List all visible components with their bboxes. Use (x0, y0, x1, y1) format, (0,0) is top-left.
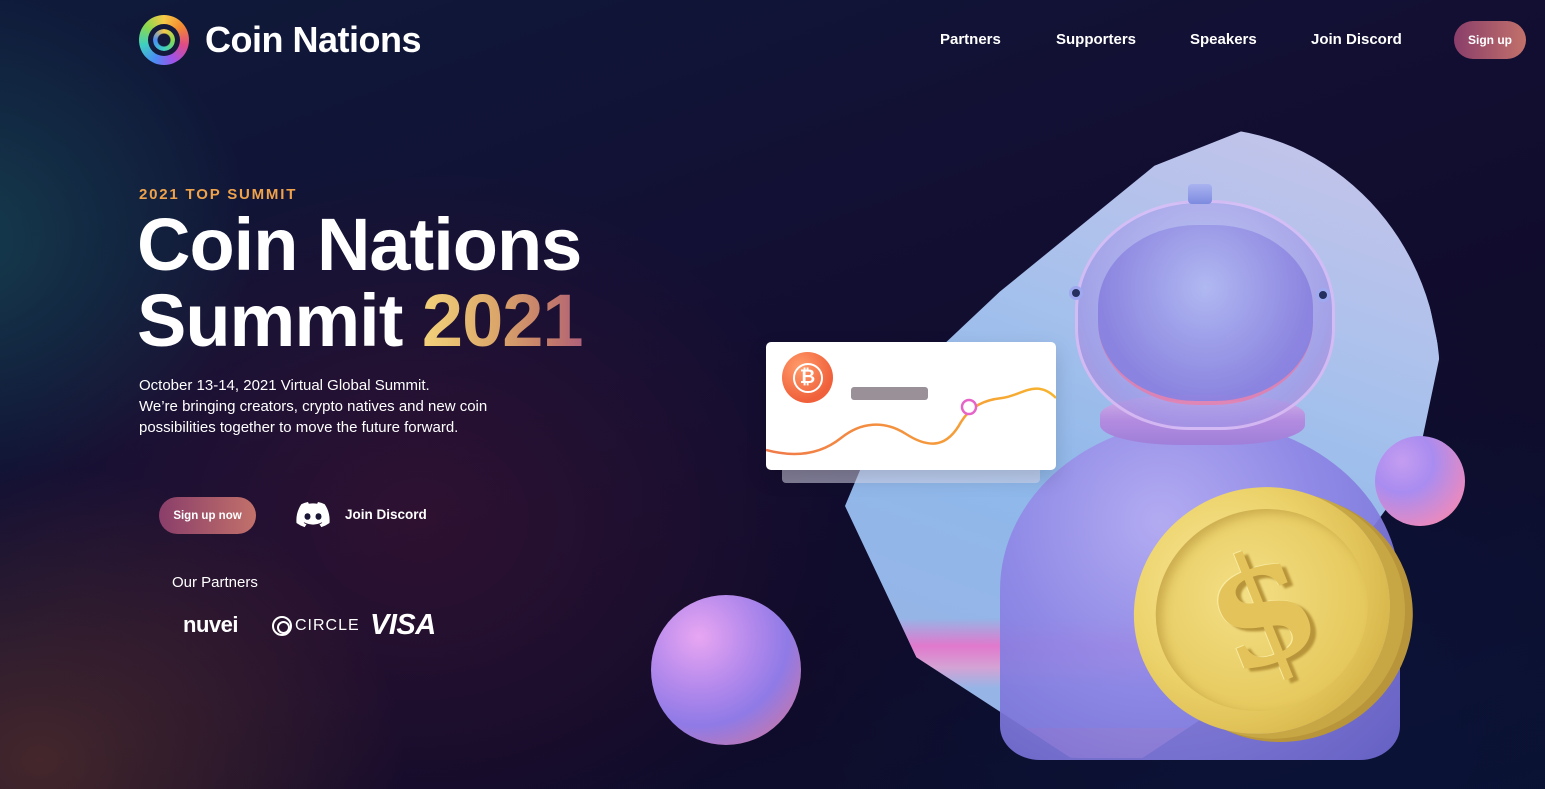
hero-title-year: 2021 (421, 279, 584, 362)
nav-link-partners[interactable]: Partners (940, 31, 1001, 48)
brand-logo[interactable]: Coin Nations (139, 15, 422, 65)
helmet-knob (1188, 184, 1212, 204)
hero-title: Coin Nations Summit 2021 (137, 203, 584, 359)
join-discord-label: Join Discord (345, 506, 427, 522)
coin-nations-logo-icon (139, 15, 189, 65)
partner-visa-text: VISA (370, 609, 436, 641)
nav-link-supporters[interactable]: Supporters (1056, 31, 1136, 48)
dollar-sign-icon: $ (1180, 508, 1344, 712)
bitcoin-symbol: ₿ (792, 362, 823, 393)
partner-logo-circle: CIRCLE (272, 616, 360, 636)
hero-description-date: October 13-14, 2021 Virtual Global Summi… (139, 377, 430, 394)
price-card-label-placeholder (851, 387, 928, 400)
bitcoin-icon: ₿ (782, 352, 833, 403)
nav-link-speakers[interactable]: Speakers (1190, 31, 1257, 48)
brand-name: Coin Nations (205, 19, 422, 60)
nav-signup-button[interactable]: Sign up (1454, 21, 1526, 59)
price-chart-card: ₿ (766, 342, 1056, 470)
signup-now-button[interactable]: Sign up now (159, 497, 256, 534)
partner-circle-text: CIRCLE (295, 617, 360, 634)
hero-description: October 13-14, 2021 Virtual Global Summi… (139, 375, 519, 438)
hero-eyebrow: 2021 TOP SUMMIT (139, 186, 298, 203)
partners-title: Our Partners (172, 574, 258, 591)
join-discord-button[interactable]: Join Discord (296, 500, 427, 528)
circle-logo-icon (272, 616, 292, 636)
helmet-bolt-left (1069, 286, 1083, 300)
hero-title-line1: Coin Nations (137, 203, 582, 286)
discord-icon (296, 502, 330, 528)
decorative-sphere-small (1375, 436, 1465, 526)
hero-title-summit: Summit (137, 279, 403, 362)
partner-logo-visa: VISA (370, 609, 436, 642)
partner-nuvei-text: nuvei (183, 612, 238, 637)
decorative-sphere-large (651, 595, 801, 745)
hero-description-text: We’re bringing creators, crypto natives … (139, 398, 488, 436)
helmet-bolt-right (1316, 288, 1330, 302)
partner-logo-nuvei: nuvei (183, 612, 238, 638)
astronaut-visor (1098, 225, 1313, 405)
hero-title-line2: Summit 2021 (137, 283, 584, 359)
nav-link-join-discord[interactable]: Join Discord (1311, 31, 1402, 48)
